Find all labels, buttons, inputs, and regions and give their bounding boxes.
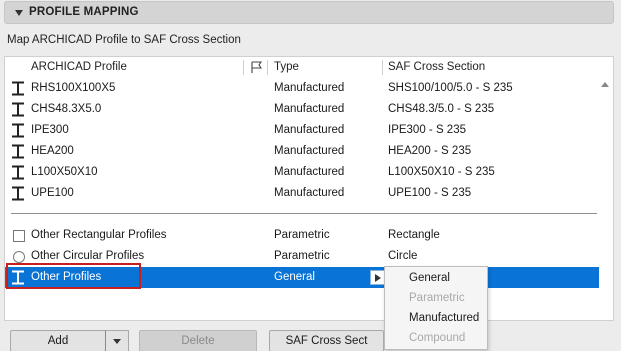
i-beam-icon [12, 270, 24, 285]
profile-name: IPE300 [31, 124, 69, 136]
column-header-archicad-profile[interactable]: ARCHICAD Profile [31, 61, 127, 73]
saf-cross-section[interactable]: L100X50X10 - S 235 [388, 166, 495, 178]
profile-name: RHS100X100X5 [31, 82, 116, 94]
profile-type[interactable]: Manufactured [274, 103, 344, 115]
saf-cross-section-button[interactable]: SAF Cross Sect [269, 330, 384, 351]
table-row[interactable]: IPE300 Manufactured IPE300 - S 235 [5, 120, 600, 141]
i-beam-icon [12, 102, 24, 117]
profile-type[interactable]: Manufactured [274, 166, 344, 178]
saf-cross-section[interactable]: Circle [388, 250, 417, 262]
profile-name: UPE100 [31, 187, 74, 199]
add-button[interactable]: Add [10, 330, 106, 351]
column-separator[interactable] [382, 60, 383, 75]
profile-name: L100X50X10 [31, 166, 98, 178]
saf-cross-section[interactable]: IPE300 - S 235 [388, 124, 466, 136]
dropdown-option-parametric: Parametric [409, 292, 465, 304]
profile-name: HEA200 [31, 145, 74, 157]
circle-profile-icon [13, 251, 25, 263]
i-beam-icon [12, 144, 24, 159]
profile-type[interactable]: Manufactured [274, 124, 344, 136]
saf-cross-section[interactable]: HEA200 - S 235 [388, 145, 471, 157]
table-row-other-circular[interactable]: Other Circular Profiles Parametric Circl… [5, 246, 600, 267]
profile-type[interactable]: Manufactured [274, 187, 344, 199]
i-beam-icon [12, 123, 24, 138]
type-dropdown-menu[interactable]: General Parametric Manufactured Compound [384, 266, 488, 350]
chevron-down-icon [113, 339, 121, 344]
profile-type[interactable]: Manufactured [274, 145, 344, 157]
column-separator[interactable] [267, 60, 268, 75]
i-beam-icon [12, 81, 24, 96]
rectangle-profile-icon [13, 230, 25, 242]
delete-button[interactable]: Delete [139, 330, 257, 351]
scroll-up-arrow-icon[interactable] [601, 82, 609, 87]
table-row[interactable]: UPE100 Manufactured UPE100 - S 235 [5, 183, 600, 204]
column-header-type[interactable]: Type [274, 61, 299, 73]
profile-name: Other Profiles [31, 271, 102, 283]
section-title: PROFILE MAPPING [29, 6, 139, 18]
profile-name: CHS48.3X5.0 [31, 103, 102, 115]
table-row[interactable]: HEA200 Manufactured HEA200 - S 235 [5, 141, 600, 162]
add-dropdown-button[interactable] [105, 330, 129, 351]
profile-type[interactable]: Parametric [274, 229, 330, 241]
section-header-profile-mapping[interactable]: PROFILE MAPPING [4, 1, 614, 24]
table-row[interactable]: CHS48.3X5.0 Manufactured CHS48.3/5.0 - S… [5, 99, 600, 120]
dropdown-option-general[interactable]: General [409, 272, 450, 284]
type-popup-button[interactable] [370, 270, 385, 285]
list-divider [11, 213, 597, 214]
table-row[interactable]: L100X50X10 Manufactured L100X50X10 - S 2… [5, 162, 600, 183]
flag-icon [251, 61, 263, 73]
collapse-triangle-icon[interactable] [15, 10, 23, 16]
profile-type[interactable]: Manufactured [274, 82, 344, 94]
profile-name: Other Circular Profiles [31, 250, 145, 262]
column-header-saf-cross-section[interactable]: SAF Cross Section [388, 61, 485, 73]
i-beam-icon [12, 186, 24, 201]
table-row-other-profiles[interactable]: Other Profiles General [5, 267, 599, 288]
saf-cross-section[interactable]: UPE100 - S 235 [388, 187, 471, 199]
profile-mapping-list[interactable]: ARCHICAD Profile Type SAF Cross Section … [4, 56, 614, 321]
profile-type[interactable]: Parametric [274, 250, 330, 262]
mapping-caption: Map ARCHICAD Profile to SAF Cross Sectio… [7, 34, 241, 46]
saf-cross-section[interactable]: SHS100/100/5.0 - S 235 [388, 82, 513, 94]
i-beam-icon [12, 165, 24, 180]
saf-cross-section[interactable]: Rectangle [388, 229, 440, 241]
dropdown-option-compound: Compound [409, 332, 466, 344]
saf-cross-section[interactable]: CHS48.3/5.0 - S 235 [388, 103, 494, 115]
table-row-other-rectangular[interactable]: Other Rectangular Profiles Parametric Re… [5, 225, 600, 246]
column-separator[interactable] [243, 60, 244, 75]
profile-name: Other Rectangular Profiles [31, 229, 167, 241]
profile-type[interactable]: General [274, 271, 315, 283]
dropdown-option-manufactured[interactable]: Manufactured [409, 312, 479, 324]
table-row[interactable]: RHS100X100X5 Manufactured SHS100/100/5.0… [5, 78, 600, 99]
triangle-right-icon [375, 274, 381, 282]
